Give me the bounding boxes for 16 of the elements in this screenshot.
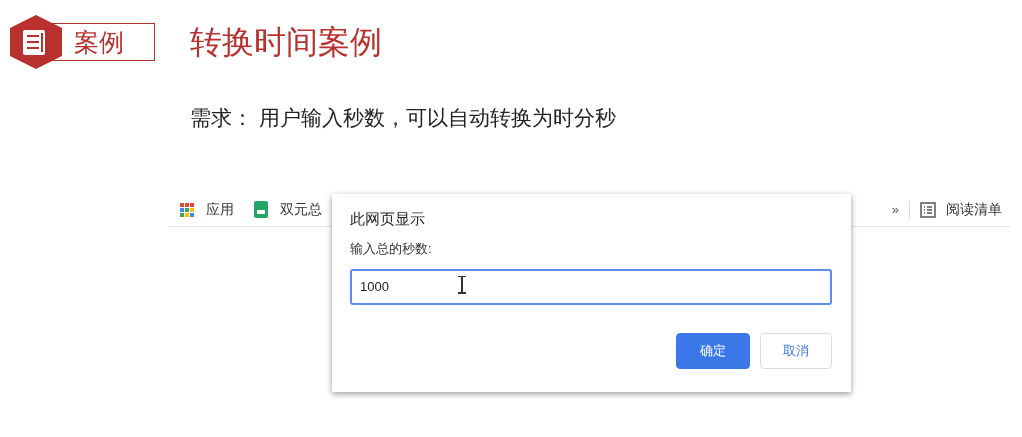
dialog-title: 此网页显示 (350, 208, 426, 229)
reading-list-button[interactable]: 阅读清单 (920, 199, 1002, 220)
input-field[interactable]: 1000 (350, 268, 832, 305)
overflow-button[interactable]: » (891, 199, 899, 220)
cancel-button[interactable]: 取消 (760, 332, 832, 369)
text-cursor-icon (458, 275, 466, 294)
slide-title: 转换时间案例 (190, 26, 382, 58)
apps-grid-icon (180, 202, 194, 217)
spreadsheet-icon (254, 201, 268, 218)
confirm-button[interactable]: 确定 (676, 332, 750, 369)
bookmark-item[interactable]: 应用 (180, 199, 234, 220)
list-icon (920, 201, 936, 218)
case-label: 案例 (74, 29, 124, 55)
dialog-message: 输入总的秒数: (350, 240, 433, 258)
bookmark-item[interactable]: 双元总 (254, 199, 322, 220)
requirement-text: 需求： 用户输入秒数，可以自动转换为时分秒 (190, 105, 617, 131)
